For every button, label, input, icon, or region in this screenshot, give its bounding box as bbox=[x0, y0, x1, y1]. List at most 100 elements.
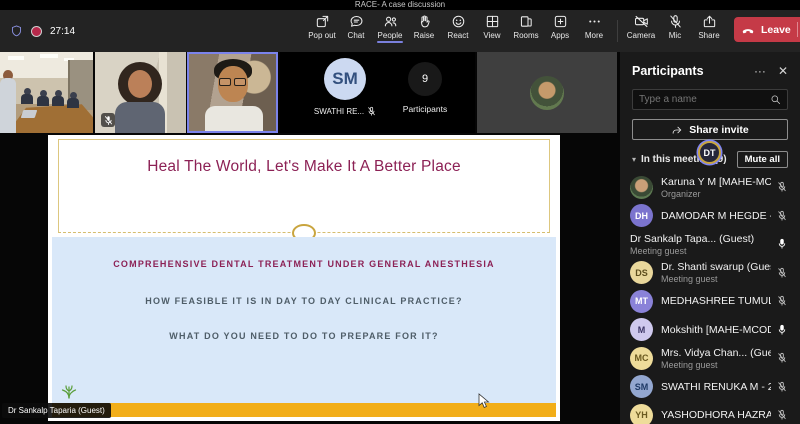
participant-row[interactable]: DT Dr Sankalp Tapa... (Guest) Meeting gu… bbox=[620, 230, 800, 259]
speaker-name-label: Dr Sankalp Taparia (Guest) bbox=[2, 403, 111, 418]
device-buttons: Camera Mic Share Leave bbox=[624, 14, 800, 43]
glasses bbox=[219, 78, 231, 86]
chat-button[interactable]: Chat bbox=[339, 14, 373, 43]
toolbar-buttons: Pop out Chat People Raise React View bbox=[305, 14, 611, 43]
teams-meeting-window: RACE- A case discussion 27:14 Pop out Ch… bbox=[0, 0, 800, 424]
apps-button[interactable]: Apps bbox=[543, 14, 577, 43]
muted-mic-icon bbox=[777, 181, 787, 193]
camera-button[interactable]: Camera bbox=[624, 14, 658, 43]
muted-mic-icon bbox=[777, 409, 787, 421]
participants-overflow-tile[interactable]: 9 Participants bbox=[390, 62, 460, 114]
panel-more-icon[interactable]: ··· bbox=[754, 66, 766, 76]
popout-icon bbox=[315, 14, 330, 29]
avatar: MT bbox=[630, 290, 653, 313]
muted-mic-icon bbox=[777, 352, 787, 364]
mute-all-button[interactable]: Mute all bbox=[737, 151, 788, 168]
leave-icon bbox=[741, 23, 755, 37]
avatar: DH bbox=[630, 204, 653, 227]
meeting-stage: SM SWATHI RE... 9 Participants Heal The … bbox=[0, 52, 620, 424]
share-invite-button[interactable]: Share invite bbox=[632, 119, 788, 140]
shield-icon bbox=[10, 24, 23, 38]
more-icon bbox=[587, 14, 602, 29]
react-button[interactable]: React bbox=[441, 14, 475, 43]
react-icon bbox=[451, 14, 466, 29]
meeting-title: RACE- A case discussion bbox=[355, 0, 445, 10]
more-button[interactable]: More bbox=[577, 14, 611, 43]
participant-row[interactable]: M Mokshith [MAHE-MCODSMLR] bbox=[620, 316, 800, 345]
view-icon bbox=[485, 14, 500, 29]
participant-list: Karuna Y M [MAHE-MCODSMLR] Organizer DH … bbox=[620, 173, 800, 424]
share-invite-icon bbox=[671, 124, 683, 136]
avatar: M bbox=[630, 318, 653, 341]
mouse-cursor bbox=[478, 393, 490, 410]
avatar bbox=[630, 176, 653, 199]
muted-mic-icon bbox=[367, 106, 376, 117]
panel-title: Participants bbox=[632, 64, 742, 78]
video-tile-photo-avatar[interactable] bbox=[477, 52, 617, 133]
chat-icon bbox=[349, 14, 364, 29]
participants-panel: Participants ··· ✕ Share invite ▾ In thi… bbox=[620, 52, 800, 424]
filmstrip-overflow: SM SWATHI RE... 9 Participants bbox=[280, 52, 475, 133]
video-tile-active-speaker[interactable] bbox=[187, 52, 278, 133]
plant-clipart bbox=[60, 383, 78, 399]
muted-mic-icon bbox=[101, 113, 115, 127]
toolbar-divider bbox=[617, 20, 618, 42]
muted-mic-icon bbox=[777, 267, 787, 279]
participant-count: 9 bbox=[408, 62, 442, 96]
video-tile-conference-room[interactable] bbox=[0, 52, 93, 133]
participant-row[interactable]: DH DAMODAR M HEGDE - 2004060... bbox=[620, 202, 800, 231]
share-button[interactable]: Share bbox=[692, 14, 726, 43]
mic-on-icon bbox=[777, 324, 787, 336]
muted-mic-icon bbox=[777, 381, 787, 393]
participant-row[interactable]: DS Dr. Shanti swarup (Guest) Meeting gue… bbox=[620, 259, 800, 288]
mic-off-icon bbox=[668, 14, 683, 29]
self-video-tile[interactable]: SM SWATHI RE... bbox=[300, 58, 390, 117]
avatar: SM bbox=[630, 375, 653, 398]
rooms-button[interactable]: Rooms bbox=[509, 14, 543, 43]
section-chevron-icon[interactable]: ▾ bbox=[632, 155, 636, 164]
people-icon bbox=[383, 14, 398, 29]
participant-row[interactable]: SM SWATHI RENUKA M - 200406003 bbox=[620, 373, 800, 402]
apps-icon bbox=[553, 14, 568, 29]
slide-heading: COMPREHENSIVE DENTAL TREATMENT UNDER GEN… bbox=[52, 259, 556, 269]
avatar bbox=[530, 76, 564, 110]
camera-off-icon bbox=[634, 14, 649, 29]
search-input[interactable] bbox=[639, 94, 770, 105]
titlebar: RACE- A case discussion bbox=[0, 0, 800, 10]
toolbar-status-group: 27:14 bbox=[10, 10, 75, 52]
meeting-timer: 27:14 bbox=[50, 26, 75, 37]
participant-row[interactable]: MT MEDHASHREE TUMULURI - 220... bbox=[620, 287, 800, 316]
panel-close-icon[interactable]: ✕ bbox=[778, 66, 788, 76]
raise-hand-button[interactable]: Raise bbox=[407, 14, 441, 43]
section-label: In this meeting (9) bbox=[641, 154, 737, 165]
popout-button[interactable]: Pop out bbox=[305, 14, 339, 43]
mic-on-icon bbox=[777, 238, 787, 250]
search-icon bbox=[770, 94, 781, 105]
muted-mic-icon bbox=[777, 210, 787, 222]
recording-indicator-icon bbox=[31, 26, 42, 37]
muted-mic-icon bbox=[777, 295, 787, 307]
slide-question-1: HOW FEASIBLE IT IS IN DAY TO DAY CLINICA… bbox=[52, 296, 556, 306]
leave-button[interactable]: Leave bbox=[734, 17, 800, 42]
participant-search[interactable] bbox=[632, 89, 788, 110]
view-button[interactable]: View bbox=[475, 14, 509, 43]
mic-button[interactable]: Mic bbox=[658, 14, 692, 43]
participant-row[interactable]: YH YASHODHORA HAZRA - 200406... bbox=[620, 401, 800, 424]
raise-hand-icon bbox=[417, 14, 432, 29]
self-name-label: SWATHI RE... bbox=[314, 107, 364, 116]
avatar: SM bbox=[324, 58, 366, 100]
rooms-icon bbox=[519, 14, 534, 29]
people-button[interactable]: People bbox=[373, 14, 407, 43]
meeting-toolbar: 27:14 Pop out Chat People Raise React bbox=[0, 10, 800, 52]
avatar: YH bbox=[630, 404, 653, 424]
slide-body: COMPREHENSIVE DENTAL TREATMENT UNDER GEN… bbox=[52, 237, 556, 403]
slide-title-frame bbox=[58, 139, 550, 233]
slide-title: Heal The World, Let's Make It A Better P… bbox=[48, 158, 560, 176]
share-screen-icon bbox=[702, 14, 717, 29]
participant-row[interactable]: Karuna Y M [MAHE-MCODSMLR] Organizer bbox=[620, 173, 800, 202]
avatar: MC bbox=[630, 347, 653, 370]
slide-question-2: WHAT DO YOU NEED TO DO TO PREPARE FOR IT… bbox=[52, 331, 556, 341]
participant-row[interactable]: MC Mrs. Vidya Chan... (Guest) Meeting gu… bbox=[620, 344, 800, 373]
video-tile-woman[interactable] bbox=[95, 52, 186, 133]
avatar: DT bbox=[698, 141, 721, 164]
